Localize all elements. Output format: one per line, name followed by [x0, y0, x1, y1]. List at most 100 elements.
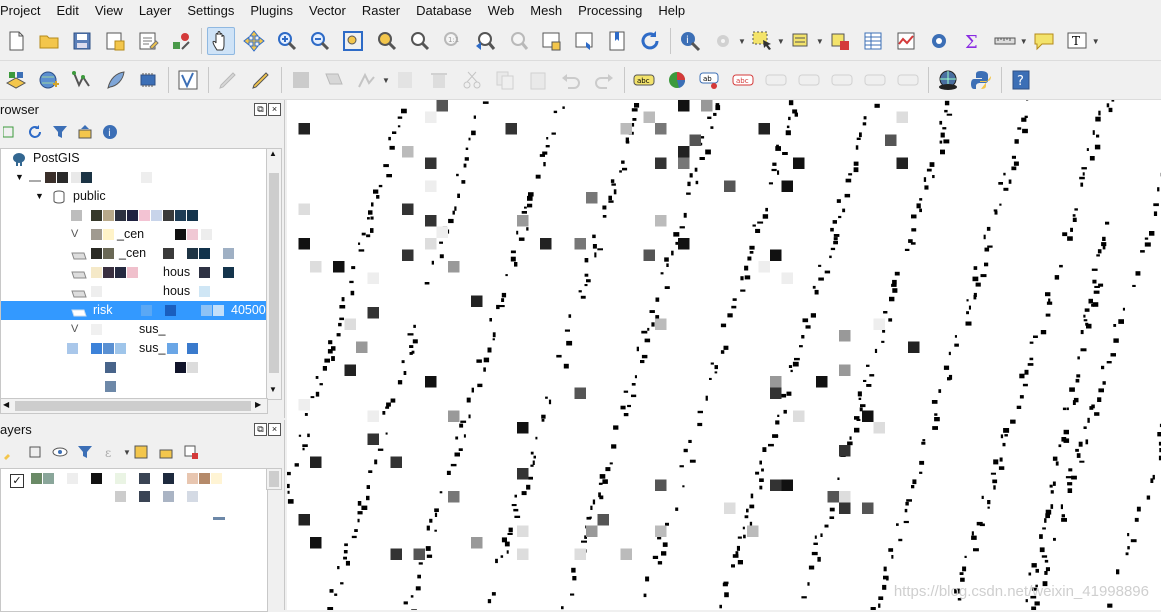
- tree-node-table[interactable]: V sus_: [1, 320, 267, 339]
- vertex-tool-button[interactable]: [353, 66, 381, 94]
- scrollbar-thumb[interactable]: [269, 471, 279, 487]
- tree-node-connection[interactable]: ▼: [1, 168, 267, 187]
- filter-legend-button[interactable]: [75, 442, 95, 462]
- zoom-in-button[interactable]: [273, 27, 301, 55]
- refresh-button[interactable]: [636, 27, 664, 55]
- menu-settings[interactable]: Settings: [179, 0, 242, 22]
- save-as-button[interactable]: [101, 27, 129, 55]
- style-layer-button[interactable]: [0, 442, 20, 462]
- zoom-native-button[interactable]: 1:1: [438, 27, 466, 55]
- menu-processing[interactable]: Processing: [570, 0, 650, 22]
- add-group-button[interactable]: [25, 442, 45, 462]
- zoom-out-button[interactable]: [306, 27, 334, 55]
- browser-horizontal-scrollbar[interactable]: ◀ ▶: [0, 398, 268, 414]
- scrollbar-thumb[interactable]: [269, 173, 279, 373]
- tree-node-table-selected[interactable]: risk 40500: [1, 301, 267, 320]
- menu-mesh[interactable]: Mesh: [522, 0, 570, 22]
- map-canvas[interactable]: https://blog.csdn.net/weixin_41998896: [287, 100, 1161, 610]
- data-source-manager-button[interactable]: [2, 66, 30, 94]
- bookmarks-button[interactable]: [603, 27, 631, 55]
- tree-node-table[interactable]: sus_: [1, 339, 267, 358]
- tree-node-table[interactable]: hous: [1, 263, 267, 282]
- layers-tree[interactable]: ✓: [0, 468, 268, 612]
- zoom-to-selection-button[interactable]: [372, 27, 400, 55]
- statistics-button[interactable]: Σ: [958, 27, 986, 55]
- filter-browser-button[interactable]: [50, 122, 70, 142]
- menu-raster[interactable]: Raster: [354, 0, 408, 22]
- layer-visibility-checkbox[interactable]: ✓: [10, 474, 24, 488]
- menu-layer[interactable]: Layer: [131, 0, 180, 22]
- menu-web[interactable]: Web: [480, 0, 523, 22]
- zoom-to-layer-button[interactable]: [405, 27, 433, 55]
- change-label-button[interactable]: [861, 66, 889, 94]
- style-manager-button[interactable]: [167, 27, 195, 55]
- label-properties-button[interactable]: [894, 66, 922, 94]
- diagram-button[interactable]: [663, 66, 691, 94]
- menu-edit[interactable]: Edit: [48, 0, 86, 22]
- refresh-browser-button[interactable]: [25, 122, 45, 142]
- close-icon[interactable]: ×: [268, 423, 281, 436]
- browser-vertical-scrollbar[interactable]: ▲ ▼: [266, 148, 282, 400]
- map-tips-button[interactable]: [1030, 27, 1058, 55]
- python-console-button[interactable]: [967, 66, 995, 94]
- pan-map-button[interactable]: [207, 27, 235, 55]
- layer-item[interactable]: [1, 513, 267, 532]
- actions-button[interactable]: [709, 27, 737, 55]
- layers-vertical-scrollbar[interactable]: [266, 468, 282, 490]
- highlight-labels-button[interactable]: abc: [729, 66, 757, 94]
- redo-button[interactable]: [590, 66, 618, 94]
- plugin-globe-button[interactable]: [934, 66, 962, 94]
- add-feature-button[interactable]: [320, 66, 348, 94]
- attribute-table-button[interactable]: [859, 27, 887, 55]
- open-project-button[interactable]: [35, 27, 63, 55]
- select-features-button[interactable]: [748, 27, 776, 55]
- current-edits-button[interactable]: [214, 66, 242, 94]
- processing-toolbox-button[interactable]: [925, 27, 953, 55]
- tree-node-schema-public[interactable]: ▼ public: [1, 187, 267, 206]
- save-project-button[interactable]: [68, 27, 96, 55]
- edit-attributes-button[interactable]: [392, 66, 420, 94]
- menu-project[interactable]: Project: [0, 0, 48, 22]
- add-feather-button[interactable]: [101, 66, 129, 94]
- menu-vector[interactable]: Vector: [301, 0, 354, 22]
- expand-all-button[interactable]: [131, 442, 151, 462]
- browser-tree[interactable]: PostGIS ▼ ▼ public: [0, 148, 268, 400]
- move-label-button[interactable]: [762, 66, 790, 94]
- filter-expression-button[interactable]: ε: [100, 442, 120, 462]
- tree-node-table[interactable]: hous: [1, 282, 267, 301]
- undo-button[interactable]: [557, 66, 585, 94]
- tree-node-table[interactable]: [1, 377, 267, 396]
- zoom-next-button[interactable]: [504, 27, 532, 55]
- zoom-last-button[interactable]: [471, 27, 499, 55]
- tree-node-table[interactable]: V _cen: [1, 225, 267, 244]
- select-by-value-button[interactable]: [787, 27, 815, 55]
- menu-plugins[interactable]: Plugins: [242, 0, 301, 22]
- identify-button[interactable]: i: [676, 27, 704, 55]
- text-annotation-button[interactable]: T: [1063, 27, 1091, 55]
- delete-selected-button[interactable]: [425, 66, 453, 94]
- tree-node-table[interactable]: [1, 206, 267, 225]
- pin-labels-button[interactable]: ab: [696, 66, 724, 94]
- new-project-button[interactable]: [2, 27, 30, 55]
- menu-view[interactable]: View: [87, 0, 131, 22]
- deselect-button[interactable]: [826, 27, 854, 55]
- layer-item[interactable]: [1, 491, 267, 510]
- menu-help[interactable]: Help: [650, 0, 693, 22]
- zoom-full-button[interactable]: [339, 27, 367, 55]
- rotate-label-button[interactable]: [828, 66, 856, 94]
- float-panel-icon[interactable]: ⧉: [254, 103, 267, 116]
- tree-node-table[interactable]: _cen: [1, 244, 267, 263]
- show-hide-labels-button[interactable]: [795, 66, 823, 94]
- float-panel-icon[interactable]: ⧉: [254, 423, 267, 436]
- paste-features-button[interactable]: [524, 66, 552, 94]
- add-raster-button[interactable]: [134, 66, 162, 94]
- print-layout-button[interactable]: [134, 27, 162, 55]
- add-selected-button[interactable]: [0, 122, 20, 142]
- tree-node-table[interactable]: [1, 358, 267, 377]
- properties-button[interactable]: i: [100, 122, 120, 142]
- pan-to-selection-button[interactable]: [240, 27, 268, 55]
- label-toolbar-button[interactable]: abc: [630, 66, 658, 94]
- copy-features-button[interactable]: [491, 66, 519, 94]
- measure-button[interactable]: [991, 27, 1019, 55]
- add-layer-button[interactable]: [35, 66, 63, 94]
